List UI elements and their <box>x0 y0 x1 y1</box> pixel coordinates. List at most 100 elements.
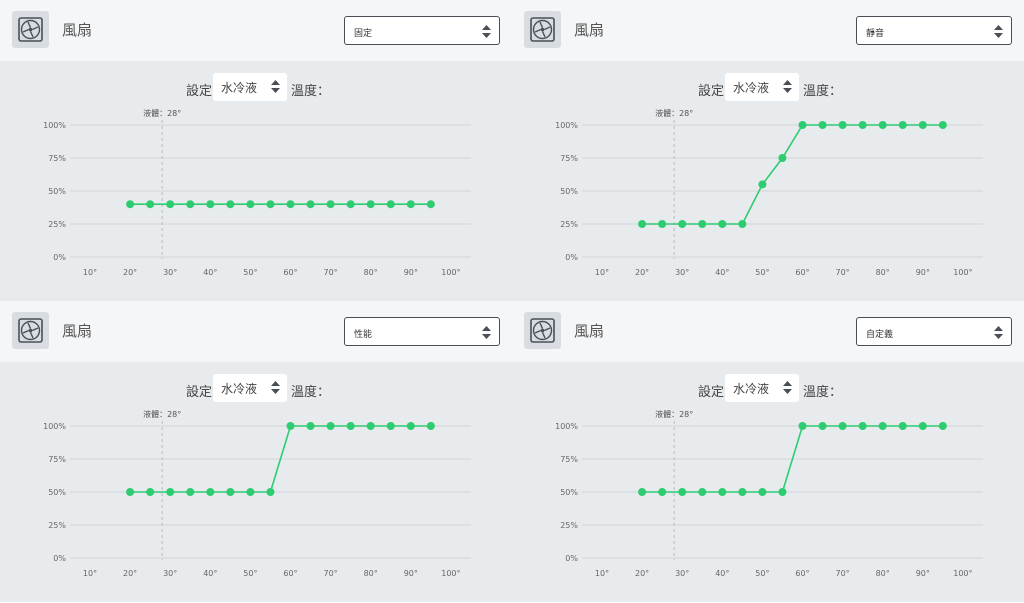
curve-point[interactable] <box>878 121 887 129</box>
curve-point[interactable] <box>798 121 807 129</box>
curve-point[interactable] <box>126 488 135 496</box>
curve-point[interactable] <box>346 422 355 430</box>
x-tick-label: 60° <box>283 268 297 277</box>
curve-point[interactable] <box>938 121 947 129</box>
curve-point[interactable] <box>246 200 255 209</box>
curve-point[interactable] <box>638 220 647 228</box>
curve-point[interactable] <box>838 422 847 430</box>
curve-point[interactable] <box>678 488 687 496</box>
x-tick-label: 90° <box>916 268 930 277</box>
y-tick-label: 100% <box>555 121 578 130</box>
curve-point[interactable] <box>266 200 275 209</box>
curve-point[interactable] <box>426 200 435 209</box>
fan-mode-select[interactable]: 自定義 <box>856 317 1012 346</box>
curve-point[interactable] <box>266 488 275 496</box>
curve-point[interactable] <box>366 200 375 209</box>
curve-point[interactable] <box>226 488 235 496</box>
curve-point[interactable] <box>818 422 827 430</box>
curve-point[interactable] <box>226 200 235 209</box>
fan-curve-chart: 100% 75% 50% 25% 0% 10° 20° 30° 40° 50° 60° 70° 80° 9… <box>43 108 471 277</box>
y-tick-label: 75% <box>48 154 66 163</box>
fan-header: 風扇 靜音 <box>512 0 1024 61</box>
curve-point[interactable] <box>818 121 827 129</box>
curve-point[interactable] <box>386 422 395 430</box>
curve-point[interactable] <box>126 200 135 209</box>
y-tick-label: 50% <box>48 488 66 497</box>
x-tick-label: 90° <box>404 569 418 578</box>
curve-point[interactable] <box>718 220 727 228</box>
curve-point[interactable] <box>326 200 335 209</box>
curve-point[interactable] <box>778 488 787 496</box>
fan-mode-select[interactable]: 靜音 <box>856 16 1012 45</box>
x-tick-label: 100° <box>953 268 972 277</box>
fan-header: 風扇 性能 <box>0 301 512 362</box>
curve-point[interactable] <box>758 488 767 496</box>
fan-panel-2: 風扇 靜音 設定 水冷液 溫度： 100% 75% 50% 25% 0% 10° 20° 30… <box>512 0 1024 301</box>
curve-point[interactable] <box>306 422 315 430</box>
fan-icon <box>524 11 561 48</box>
curve-point[interactable] <box>718 488 727 496</box>
curve-point[interactable] <box>206 200 215 209</box>
curve-point[interactable] <box>858 121 867 129</box>
curve-point[interactable] <box>426 422 435 430</box>
curve-point[interactable] <box>306 200 315 209</box>
x-tick-label: 40° <box>203 569 217 578</box>
curve-point[interactable] <box>346 200 355 209</box>
fan-title: 風扇 <box>62 21 93 39</box>
curve-point[interactable] <box>286 422 295 430</box>
curve-point[interactable] <box>738 220 747 228</box>
x-tick-label: 80° <box>876 569 890 578</box>
curve-point[interactable] <box>938 422 947 430</box>
select-arrows-icon <box>994 25 1003 38</box>
curve-point[interactable] <box>658 220 667 228</box>
curve-point[interactable] <box>658 488 667 496</box>
curve-point[interactable] <box>638 488 647 496</box>
curve-point[interactable] <box>406 200 415 209</box>
curve-point[interactable] <box>186 200 195 209</box>
fan-mode-select[interactable]: 固定 <box>344 16 500 45</box>
curve-point[interactable] <box>898 121 907 129</box>
curve-point[interactable] <box>738 488 747 496</box>
current-temp-label: 液體：28° <box>655 108 693 118</box>
curve-point[interactable] <box>758 180 767 189</box>
x-tick-label: 20° <box>123 268 137 277</box>
curve-point[interactable] <box>146 488 155 496</box>
x-tick-label: 70° <box>324 268 338 277</box>
fan-mode-select[interactable]: 性能 <box>344 317 500 346</box>
y-tick-label: 0% <box>53 554 66 563</box>
x-tick-label: 90° <box>404 268 418 277</box>
curve-point[interactable] <box>246 488 255 496</box>
curve-point[interactable] <box>698 488 707 496</box>
curve-point[interactable] <box>186 488 195 496</box>
curve-point[interactable] <box>386 200 395 209</box>
curve-point[interactable] <box>166 200 175 209</box>
curve-point[interactable] <box>698 220 707 228</box>
fan-curve-chart: 100% 75% 50% 25% 0% 10° 20° 30° 40° 50° 60° 70° 80° 9… <box>555 108 983 277</box>
current-temp-label: 液體：28° <box>143 108 181 118</box>
curve-point[interactable] <box>858 422 867 430</box>
x-tick-label: 50° <box>243 268 257 277</box>
curve-point[interactable] <box>798 422 807 430</box>
curve-point[interactable] <box>206 488 215 496</box>
curve-point[interactable] <box>326 422 335 430</box>
curve-point[interactable] <box>898 422 907 430</box>
curve-point[interactable] <box>166 488 175 496</box>
curve-point[interactable] <box>286 200 295 209</box>
curve-point[interactable] <box>918 422 927 430</box>
fan-mode-value: 自定義 <box>866 330 894 340</box>
curve-point[interactable] <box>678 220 687 228</box>
y-tick-label: 75% <box>48 455 66 464</box>
curve-point[interactable] <box>918 121 927 129</box>
curve-point[interactable] <box>838 121 847 129</box>
x-tick-label: 40° <box>203 268 217 277</box>
y-tick-label: 50% <box>48 187 66 196</box>
fan-panel-3: 風扇 性能 設定 水冷液 溫度： 100% 75% 50% 25% 0% 10° 20° 30… <box>0 301 512 602</box>
curve-point[interactable] <box>366 422 375 430</box>
curve-point[interactable] <box>406 422 415 430</box>
fan-icon <box>12 11 49 48</box>
fan-title: 風扇 <box>574 21 605 39</box>
curve-point[interactable] <box>878 422 887 430</box>
fan-curve-line <box>642 124 943 225</box>
curve-point[interactable] <box>778 154 787 162</box>
curve-point[interactable] <box>146 200 155 209</box>
